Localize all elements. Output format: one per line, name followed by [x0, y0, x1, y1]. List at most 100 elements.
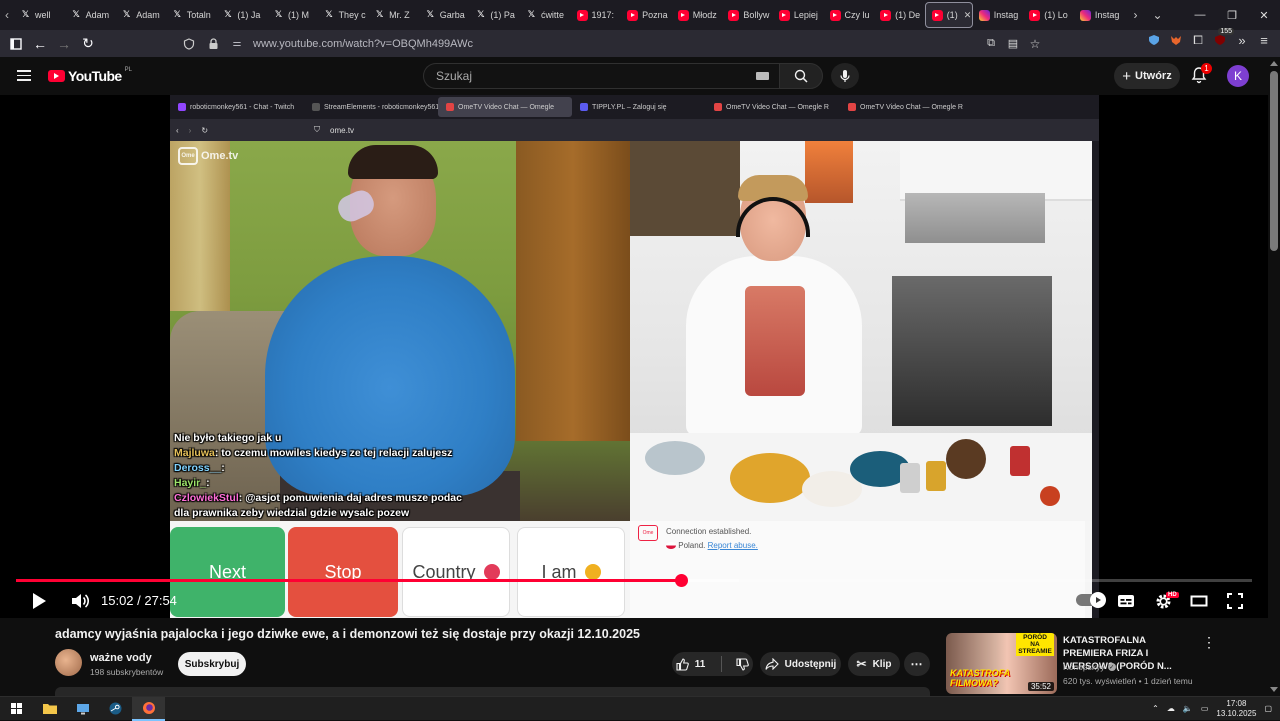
- taskbar-clock[interactable]: 17:08 13.10.2025: [1216, 699, 1256, 719]
- speaker-icon[interactable]: 🔈: [1183, 704, 1193, 713]
- page-scrollbar[interactable]: [1268, 57, 1280, 696]
- dislike-button[interactable]: [736, 657, 750, 671]
- browser-tab[interactable]: 𝕏 (1) Ja: [216, 2, 267, 28]
- video-player[interactable]: roboticmonkey561 - Chat - Twitch StreamEl…: [0, 95, 1268, 618]
- browser-tab[interactable]: 1917:: [571, 2, 622, 28]
- video-frame-tab: roboticmonkey561 - Chat - Twitch: [170, 103, 304, 111]
- browser-tab[interactable]: 𝕏 (1) M: [267, 2, 318, 28]
- lock-icon[interactable]: [205, 36, 221, 52]
- create-button[interactable]: + Utwórz: [1114, 63, 1180, 89]
- youtube-logo[interactable]: YouTube PL: [48, 67, 132, 84]
- scrubber-handle[interactable]: [674, 574, 688, 587]
- browser-tab[interactable]: Młodz: [672, 2, 723, 28]
- fox-extension-icon[interactable]: [1168, 32, 1184, 48]
- browser-tab[interactable]: 𝕏ćwitte: [520, 2, 571, 28]
- tray-overflow-icon[interactable]: ⌃: [1152, 704, 1159, 713]
- scroll-down-arrow-icon[interactable]: [1270, 687, 1278, 692]
- theater-mode-button[interactable]: [1188, 589, 1210, 613]
- browser-tab[interactable]: Bollyw: [722, 2, 773, 28]
- notification-center-icon[interactable]: ▢: [1264, 704, 1272, 713]
- recommended-video-thumbnail[interactable]: PORÓD NA STREAMIE KATASTROFA FILMOWA? 35…: [946, 633, 1057, 694]
- channel-avatar[interactable]: [55, 649, 82, 676]
- forward-button[interactable]: →: [52, 32, 76, 56]
- ublock-extension-icon[interactable]: 155: [1212, 28, 1234, 48]
- poland-flag-icon: [666, 542, 676, 550]
- search-button[interactable]: [779, 63, 823, 89]
- video-progress-bar[interactable]: [16, 574, 1252, 587]
- channel-name[interactable]: ważne vody: [90, 652, 152, 664]
- file-explorer-icon[interactable]: [33, 697, 66, 721]
- start-menu-icon[interactable]: [0, 697, 33, 721]
- vpn-extension-icon[interactable]: [1146, 32, 1162, 48]
- browser-tab[interactable]: (1) Lo: [1023, 2, 1074, 28]
- instagram-icon: [1079, 9, 1091, 21]
- browser-tab[interactable]: Lepiej: [773, 2, 824, 28]
- this-pc-icon[interactable]: [66, 697, 99, 721]
- mute-button[interactable]: [68, 589, 92, 613]
- network-icon[interactable]: ▭: [1201, 704, 1209, 713]
- play-button[interactable]: [28, 589, 50, 613]
- sidebar-toggle-icon[interactable]: [4, 32, 28, 56]
- site-permissions-icon[interactable]: ⚌: [229, 36, 245, 52]
- browser-tab[interactable]: 𝕏 Adam: [65, 2, 116, 28]
- share-button[interactable]: Udostępnij: [760, 652, 841, 676]
- browser-tab[interactable]: (1) De: [874, 2, 925, 28]
- browser-tab[interactable]: 𝕏 Garba: [419, 2, 470, 28]
- subscribe-button[interactable]: Subskrybuj: [178, 652, 246, 676]
- recommended-more-options-icon[interactable]: ⋮: [1202, 634, 1216, 650]
- guide-menu-icon[interactable]: [17, 70, 31, 81]
- extensions-puzzle-icon[interactable]: ⧠: [1190, 32, 1206, 48]
- picture-in-picture-icon[interactable]: ⧉: [983, 36, 999, 52]
- app-menu-icon[interactable]: ≡: [1256, 32, 1272, 48]
- browser-tab[interactable]: 𝕏 They c: [318, 2, 369, 28]
- browser-tab[interactable]: 𝕏well: [14, 2, 65, 28]
- voice-search-button[interactable]: [831, 63, 859, 89]
- browser-tab[interactable]: Instag: [1074, 2, 1125, 28]
- like-button[interactable]: 11: [676, 657, 705, 671]
- firefox-icon[interactable]: [132, 696, 165, 721]
- tab-scroll-left-icon[interactable]: ‹: [0, 0, 14, 30]
- chat-text: Nie było takiego jak u: [174, 432, 282, 444]
- keyboard-icon[interactable]: [756, 72, 769, 80]
- close-window-button[interactable]: ✕: [1248, 0, 1280, 30]
- minimize-window-button[interactable]: —: [1184, 0, 1216, 30]
- ometv-page: Ome Ome.tv Nie było takiego jak u Majluw…: [170, 141, 1099, 618]
- video-frame-tab-label: TIPPLY.PL – Zaloguj się: [592, 103, 667, 111]
- video-frame-tab-label: OmeTV Video Chat — Omegle R: [860, 103, 963, 111]
- back-button[interactable]: ←: [28, 32, 52, 56]
- account-avatar[interactable]: K: [1227, 65, 1249, 87]
- chat-message: CzlowiekStul: @asjot pomuwienia daj adre…: [174, 492, 462, 519]
- onedrive-icon[interactable]: ☁: [1167, 704, 1175, 713]
- browser-tab[interactable]: 𝕏 Mr. Z: [368, 2, 419, 28]
- browser-tab[interactable]: 𝕏 (1) Pa: [469, 2, 520, 28]
- browser-tab[interactable]: Czy lu: [824, 2, 875, 28]
- more-actions-button[interactable]: ⋯: [904, 652, 930, 676]
- reader-view-icon[interactable]: ▤: [1005, 36, 1021, 52]
- restore-window-button[interactable]: ❐: [1216, 0, 1248, 30]
- close-tab-icon[interactable]: ✕: [964, 10, 972, 21]
- subtitles-button[interactable]: [1115, 589, 1137, 613]
- autoplay-toggle[interactable]: [1076, 592, 1106, 608]
- browser-tab[interactable]: Pozna: [621, 2, 672, 28]
- scroll-up-arrow-icon[interactable]: [1270, 61, 1278, 66]
- address-bar[interactable]: ⚌ www.youtube.com/watch?v=OBQMh499AWc ⧉ …: [175, 32, 1047, 55]
- tab-scroll-right-icon[interactable]: ›: [1124, 8, 1146, 22]
- browser-tab[interactable]: 𝕏 Totaln: [166, 2, 217, 28]
- search-input[interactable]: Szukaj: [423, 63, 779, 89]
- browser-tab[interactable]: (1) ✕: [924, 2, 973, 28]
- clip-button[interactable]: ✂ Klip: [848, 652, 900, 676]
- bookmark-star-icon[interactable]: ☆: [1027, 36, 1043, 52]
- scrollbar-thumb[interactable]: [1270, 71, 1278, 251]
- more-tools-icon[interactable]: »: [1234, 32, 1250, 48]
- tab-label: Adam: [85, 10, 110, 20]
- description-box[interactable]: [55, 687, 930, 696]
- tracking-protection-icon[interactable]: [181, 36, 197, 52]
- fullscreen-button[interactable]: [1224, 589, 1246, 613]
- chat-message: Majluwa: to czemu mowiles kiedys ze tej …: [174, 447, 453, 459]
- browser-tab[interactable]: 𝕏 Adam: [115, 2, 166, 28]
- steam-icon[interactable]: [99, 697, 132, 721]
- list-all-tabs-icon[interactable]: ⌄: [1146, 8, 1168, 22]
- recommended-channel[interactable]: Konopskyy ✓: [1063, 662, 1116, 672]
- browser-tab[interactable]: Instag: [973, 2, 1024, 28]
- reload-button[interactable]: ↻: [76, 32, 100, 56]
